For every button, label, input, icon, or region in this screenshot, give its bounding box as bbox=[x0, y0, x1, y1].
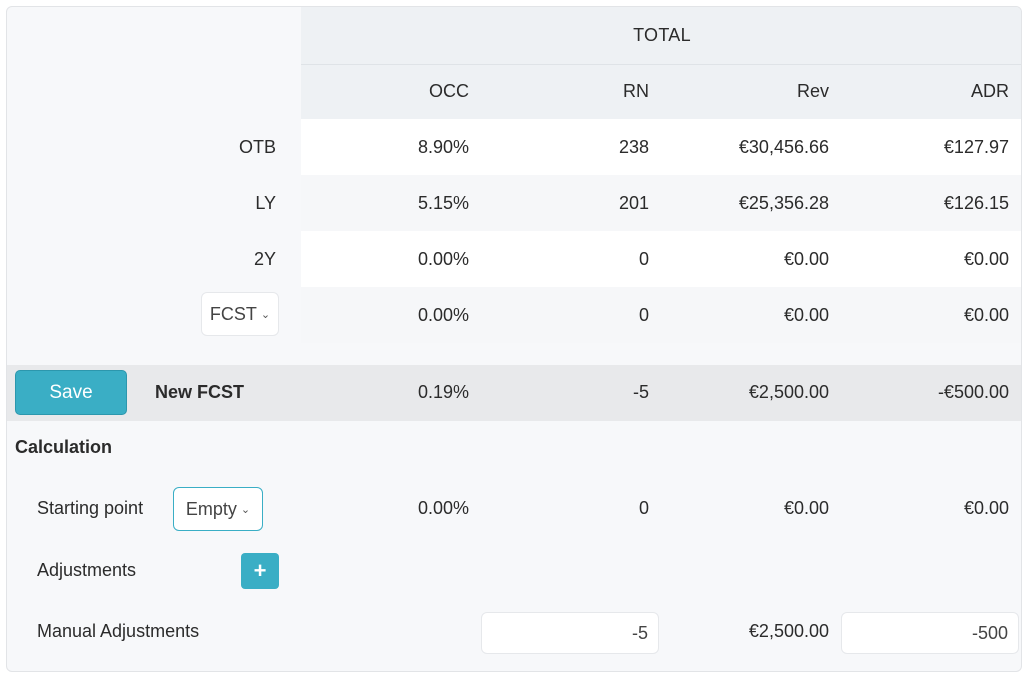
new-fcst-occ: 0.19% bbox=[417, 382, 469, 402]
plus-icon: + bbox=[253, 558, 267, 583]
cell-rev: €0.00 bbox=[783, 249, 829, 269]
manual-adjustments-label: Manual Adjustments bbox=[37, 621, 200, 641]
starting-point-label: Starting point bbox=[37, 498, 144, 518]
fcst-dropdown[interactable]: FCST ⌄ bbox=[201, 292, 279, 336]
row-label-otb: OTB bbox=[238, 137, 276, 157]
manual-rev: €2,500.00 bbox=[748, 621, 829, 641]
cell-rev: €0.00 bbox=[783, 305, 829, 325]
row-label-ly: LY bbox=[255, 193, 276, 213]
forecast-panel: TOTAL OCC RN Rev ADR OTB 8.90% 238 €30,4… bbox=[6, 6, 1022, 672]
add-adjustment-button[interactable]: + bbox=[241, 553, 279, 589]
starting-point-rev: €0.00 bbox=[783, 498, 829, 518]
column-header-occ: OCC bbox=[429, 81, 469, 101]
starting-point-dropdown[interactable]: Empty ⌄ bbox=[173, 487, 263, 531]
calculation-heading: Calculation bbox=[15, 437, 113, 457]
new-fcst-label: New FCST bbox=[155, 382, 245, 402]
fcst-dropdown-value: FCST bbox=[209, 303, 257, 324]
new-fcst-adr: -€500.00 bbox=[937, 382, 1009, 402]
cell-adr: €127.97 bbox=[943, 137, 1009, 157]
cell-occ: 5.15% bbox=[417, 193, 469, 213]
cell-rn: 238 bbox=[618, 137, 649, 157]
cell-rn: 0 bbox=[638, 249, 649, 269]
cell-adr: €0.00 bbox=[963, 305, 1009, 325]
column-header-rev: Rev bbox=[796, 81, 829, 101]
table-header bbox=[301, 7, 1021, 119]
cell-rn: 0 bbox=[638, 305, 649, 325]
starting-point-adr: €0.00 bbox=[963, 498, 1009, 518]
new-fcst-rn: -5 bbox=[632, 382, 649, 402]
manual-rn-input[interactable] bbox=[481, 612, 659, 654]
starting-point-occ: 0.00% bbox=[417, 498, 469, 518]
manual-adr-input[interactable] bbox=[841, 612, 1019, 654]
cell-occ: 8.90% bbox=[417, 137, 469, 157]
cell-rev: €25,356.28 bbox=[738, 193, 829, 213]
column-header-rn: RN bbox=[623, 81, 649, 101]
header-divider bbox=[301, 64, 1021, 65]
cell-occ: 0.00% bbox=[417, 249, 469, 269]
adjustments-label: Adjustments bbox=[37, 560, 137, 580]
row-label-2y: 2Y bbox=[253, 249, 276, 269]
new-fcst-rev: €2,500.00 bbox=[748, 382, 829, 402]
chevron-down-icon: ⌄ bbox=[240, 503, 251, 516]
column-header-adr: ADR bbox=[970, 81, 1009, 101]
cell-adr: €126.15 bbox=[943, 193, 1009, 213]
cell-rn: 201 bbox=[618, 193, 649, 213]
cell-rev: €30,456.66 bbox=[738, 137, 829, 157]
chevron-down-icon: ⌄ bbox=[260, 308, 271, 321]
starting-point-value: Empty bbox=[185, 498, 237, 519]
group-title: TOTAL bbox=[633, 25, 691, 45]
starting-point-rn: 0 bbox=[638, 498, 649, 518]
cell-adr: €0.00 bbox=[963, 249, 1009, 269]
save-button[interactable]: Save bbox=[15, 370, 127, 415]
cell-occ: 0.00% bbox=[417, 305, 469, 325]
